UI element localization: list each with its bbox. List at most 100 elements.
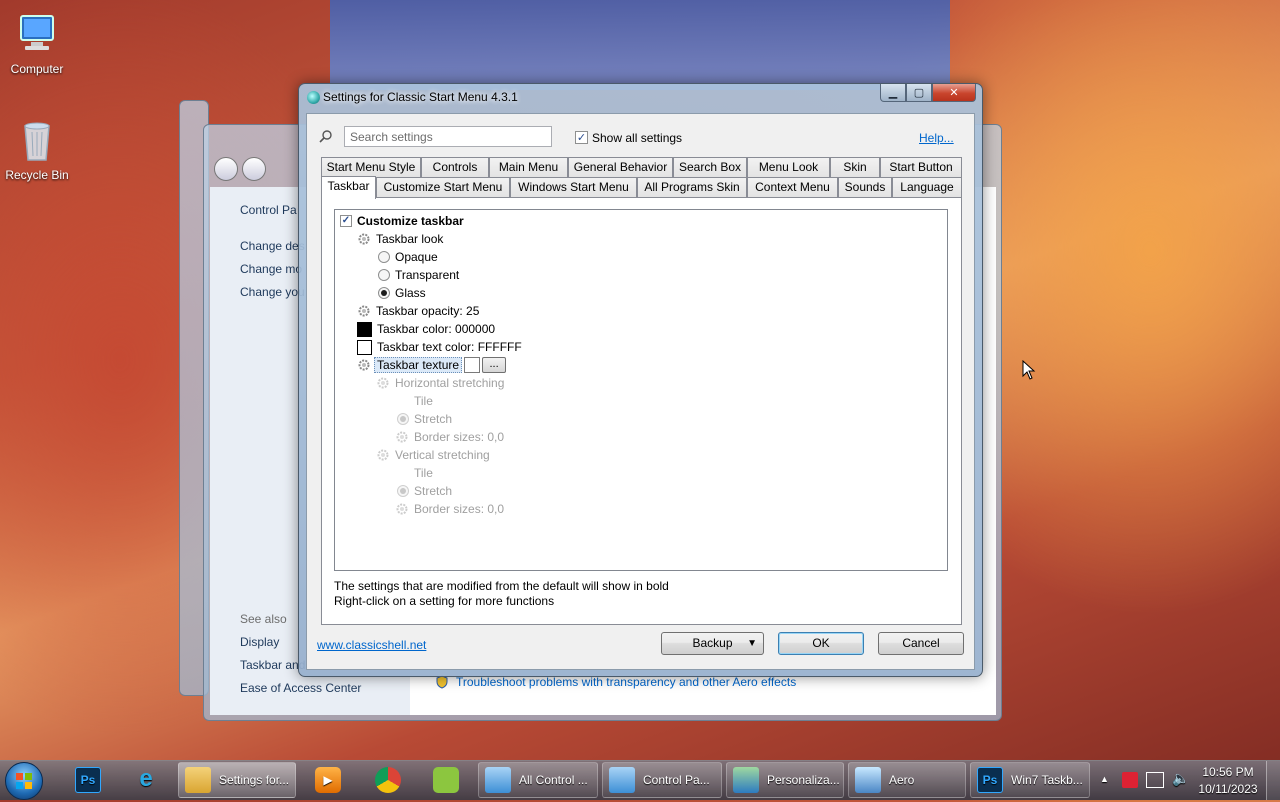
dialog-title: Settings for Classic Start Menu 4.3.1 (323, 90, 518, 104)
computer-icon (13, 10, 61, 58)
website-link[interactable]: www.classicshell.net (317, 638, 426, 652)
taskbar-item-label: Personaliza... (767, 773, 840, 787)
tab-general-behavior[interactable]: General Behavior (568, 157, 673, 177)
tab-start-menu-style[interactable]: Start Menu Style (321, 157, 421, 177)
taskbar-pinned-internet-explorer[interactable]: e (118, 762, 174, 798)
see-also-link-ease-of-access[interactable]: Ease of Access Center (240, 681, 361, 695)
setting-customize-taskbar[interactable]: ✓ Customize taskbar (340, 212, 464, 230)
sidebar-link[interactable]: Change you (240, 285, 305, 299)
ok-button[interactable]: OK (778, 632, 864, 655)
tab-context-menu[interactable]: Context Menu (747, 177, 838, 197)
radio-transparent[interactable]: Transparent (378, 266, 459, 284)
show-all-label[interactable]: Show all settings (592, 131, 682, 145)
tab-controls[interactable]: Controls (421, 157, 489, 177)
taskbar-pinned-app[interactable] (418, 762, 474, 798)
close-icon: ✕ (949, 86, 959, 99)
show-desktop-button[interactable] (1266, 761, 1280, 800)
see-also-link-taskbar[interactable]: Taskbar and (240, 658, 305, 672)
tab-language[interactable]: Language (892, 177, 962, 197)
radio-h-tile[interactable]: Tile (397, 392, 433, 410)
caption-buttons: ▁ ▢ ✕ (880, 84, 976, 102)
taskbar-item-control-panel[interactable]: Control Pa... (602, 762, 722, 798)
sidebar-link[interactable]: Change mo (240, 262, 302, 276)
close-button[interactable]: ✕ (932, 84, 976, 102)
tab-taskbar[interactable]: Taskbar (321, 176, 376, 199)
help-link[interactable]: Help... (919, 131, 954, 145)
desktop-icon-recycle-bin[interactable]: Recycle Bin (0, 116, 74, 182)
setting-h-border-sizes[interactable]: Border sizes: 0,0 (395, 428, 504, 446)
taskbar-pinned-media-player[interactable]: ▶ (300, 762, 356, 798)
tab-main-menu[interactable]: Main Menu (489, 157, 568, 177)
radio-button-selected[interactable] (397, 413, 409, 425)
settings-dialog[interactable]: Settings for Classic Start Menu 4.3.1 ▁ … (298, 83, 983, 677)
radio-button-selected[interactable] (397, 485, 409, 497)
taskbar-item-settings[interactable]: Settings for... (178, 762, 296, 798)
radio-v-stretch[interactable]: Stretch (397, 482, 452, 500)
sidebar-link[interactable]: Change des (240, 239, 305, 253)
radio-button[interactable] (378, 269, 390, 281)
gear-icon (376, 448, 390, 462)
tab-search-box[interactable]: Search Box (673, 157, 747, 177)
back-button[interactable] (214, 157, 238, 181)
radio-h-stretch[interactable]: Stretch (397, 410, 452, 428)
tab-all-programs-skin[interactable]: All Programs Skin (637, 177, 747, 197)
clock-time[interactable]: 10:56 PM (1196, 765, 1260, 779)
tab-customize-start-menu[interactable]: Customize Start Menu (376, 177, 510, 197)
texture-browse-button[interactable]: ... (482, 357, 507, 373)
radio-button[interactable] (397, 467, 409, 479)
tab-skin[interactable]: Skin (830, 157, 880, 177)
setting-taskbar-text-color[interactable]: Taskbar text color: FFFFFF (357, 338, 522, 356)
backup-button[interactable]: Backup ▼ (661, 632, 764, 655)
checkbox-checked-icon[interactable]: ✓ (340, 215, 352, 227)
texture-path-input[interactable] (464, 357, 481, 373)
photoshop-icon: Ps (977, 767, 1003, 793)
personalization-icon (733, 767, 759, 793)
setting-taskbar-look[interactable]: Taskbar look (357, 230, 443, 248)
color-swatch-black[interactable] (357, 321, 372, 337)
setting-taskbar-color[interactable]: Taskbar color: 000000 (357, 320, 495, 338)
minimize-button[interactable]: ▁ (880, 84, 906, 102)
control-panel-icon (485, 767, 511, 793)
radio-button[interactable] (378, 251, 390, 263)
setting-taskbar-opacity[interactable]: Taskbar opacity: 25 (357, 302, 479, 320)
color-swatch-white[interactable] (357, 339, 372, 355)
setting-horizontal-stretching[interactable]: Horizontal stretching (376, 374, 504, 392)
forward-button[interactable] (242, 157, 266, 181)
backup-button-label: Backup (692, 636, 733, 650)
radio-button[interactable] (397, 395, 409, 407)
volume-muted-icon[interactable]: 🔈 (1172, 770, 1189, 787)
tab-windows-start-menu[interactable]: Windows Start Menu (510, 177, 637, 197)
show-hidden-icons-button[interactable]: ▲ (1100, 774, 1109, 784)
control-panel-breadcrumb[interactable]: Control Pa (240, 203, 297, 217)
desktop-icon-label: Recycle Bin (5, 168, 69, 182)
cancel-button[interactable]: Cancel (878, 632, 964, 655)
network-icon[interactable] (1146, 772, 1164, 788)
taskbar-item-aero[interactable]: Aero (848, 762, 966, 798)
tab-start-button[interactable]: Start Button (880, 157, 962, 177)
maximize-button[interactable]: ▢ (906, 84, 932, 102)
setting-taskbar-texture[interactable]: Taskbar texture ... (357, 356, 507, 374)
taskbar-pinned-chrome[interactable] (360, 762, 416, 798)
wallpaper-sky (330, 0, 950, 90)
clock-date[interactable]: 10/11/2023 (1196, 782, 1260, 796)
radio-v-tile[interactable]: Tile (397, 464, 433, 482)
settings-tree[interactable]: ✓ Customize taskbar Taskbar look Opaque … (334, 209, 948, 571)
taskbar-pinned-photoshop[interactable]: Ps (60, 762, 116, 798)
radio-glass[interactable]: Glass (378, 284, 426, 302)
setting-vertical-stretching[interactable]: Vertical stretching (376, 446, 490, 464)
tab-sounds[interactable]: Sounds (838, 177, 892, 197)
troubleshoot-link[interactable]: Troubleshoot problems with transparency … (456, 675, 796, 689)
taskbar-item-all-control[interactable]: All Control ... (478, 762, 598, 798)
radio-opaque[interactable]: Opaque (378, 248, 438, 266)
action-center-icon[interactable] (1122, 772, 1138, 788)
radio-button-selected[interactable] (378, 287, 390, 299)
tab-menu-look[interactable]: Menu Look (747, 157, 830, 177)
see-also-link-display[interactable]: Display (240, 635, 279, 649)
setting-v-border-sizes[interactable]: Border sizes: 0,0 (395, 500, 504, 518)
show-all-checkbox[interactable]: ✓ (575, 131, 588, 144)
start-button[interactable] (5, 762, 43, 800)
taskbar-item-photoshop[interactable]: Ps Win7 Taskb... (970, 762, 1090, 798)
taskbar-item-personalization[interactable]: Personaliza... (726, 762, 844, 798)
search-input[interactable]: Search settings (344, 126, 552, 147)
desktop-icon-computer[interactable]: Computer (0, 10, 74, 76)
